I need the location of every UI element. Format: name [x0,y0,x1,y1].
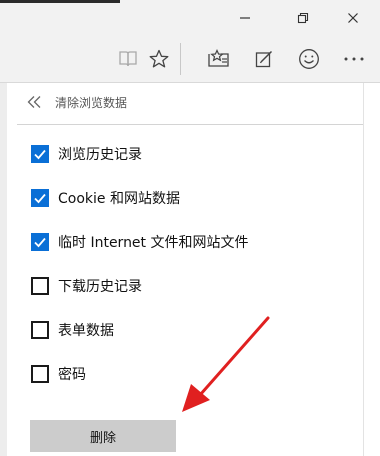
checkbox[interactable] [31,233,49,251]
panel-title: 清除浏览数据 [55,95,128,110]
close-button[interactable] [326,0,380,36]
title-bar [0,0,380,36]
panel-edge [363,83,380,456]
option-label: 密码 [58,367,86,383]
favorite-button[interactable] [141,41,177,77]
more-icon [344,57,364,61]
header-divider [17,124,363,125]
web-note-icon [255,50,273,68]
minimize-button[interactable] [218,0,272,36]
reading-view-icon [119,51,137,67]
option-form-data[interactable]: 表单数据 [31,319,114,341]
option-label: 临时 Internet 文件和网站文件 [58,235,249,251]
delete-button[interactable]: 删除 [30,420,176,452]
more-button[interactable] [336,41,372,77]
clear-browsing-data-panel [0,83,370,456]
close-icon [348,13,358,23]
back-chevron-icon[interactable] [27,95,43,109]
option-label: 浏览历史记录 [58,147,142,163]
option-passwords[interactable]: 密码 [31,363,86,385]
feedback-button[interactable] [291,41,327,77]
checkbox[interactable] [31,321,49,339]
minimize-icon [240,17,250,19]
checkbox[interactable] [31,189,49,207]
option-label: Cookie 和网站数据 [58,191,180,207]
option-temp-files[interactable]: 临时 Internet 文件和网站文件 [31,231,249,253]
checkbox[interactable] [31,277,49,295]
option-label: 表单数据 [58,323,114,339]
panel-header: 清除浏览数据 [27,92,127,112]
restore-icon [297,12,309,24]
feedback-smiley-icon [299,49,319,69]
option-cookies[interactable]: Cookie 和网站数据 [31,187,180,209]
checkmark-icon [34,237,46,248]
checkbox[interactable] [31,365,49,383]
web-note-button[interactable] [246,41,282,77]
checkmark-icon [34,149,46,160]
restore-button[interactable] [276,0,330,36]
option-browsing-history[interactable]: 浏览历史记录 [31,143,142,165]
favorite-star-icon [149,49,169,68]
hub-button[interactable] [201,41,237,77]
toolbar [0,36,380,83]
checkmark-icon [34,193,46,204]
option-label: 下载历史记录 [58,279,142,295]
toolbar-separator [180,43,181,75]
option-download-history[interactable]: 下载历史记录 [31,275,142,297]
checkbox[interactable] [31,145,49,163]
tab-strip-edge [0,0,120,3]
browser-window: 清除浏览数据 浏览历史记录 Cookie 和网站数据 临时 Internet 文… [0,0,380,456]
hub-icon [208,49,229,67]
